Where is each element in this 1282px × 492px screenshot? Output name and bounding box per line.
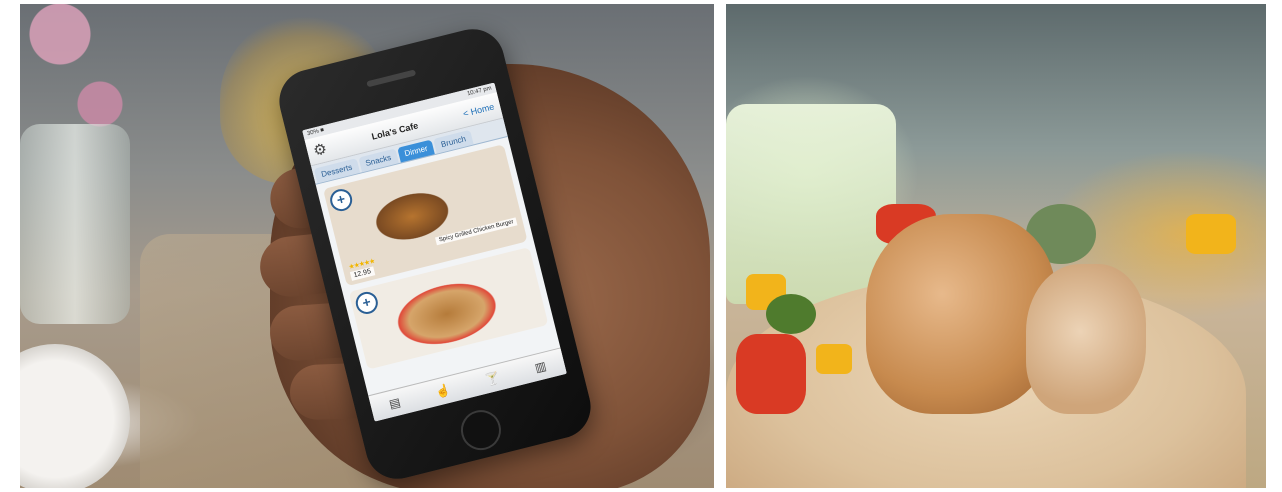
menu-icon[interactable]: ▤ [388, 395, 402, 411]
plus-icon[interactable]: + [327, 186, 355, 214]
pink-flowers [20, 4, 150, 144]
white-plate [20, 344, 130, 488]
cilantro [766, 294, 816, 334]
grilled-fish [1026, 264, 1146, 414]
mango-cube [816, 344, 852, 374]
gear-icon[interactable]: ⚙ [311, 139, 329, 160]
glass-vase [20, 124, 130, 324]
tab-dinner[interactable]: Dinner [397, 139, 436, 163]
plus-icon[interactable]: + [353, 289, 381, 317]
tomato [736, 334, 806, 414]
tab-snacks[interactable]: Snacks [357, 148, 399, 173]
app-title: Lola's Cafe [370, 120, 420, 142]
hand-icon[interactable]: ☝ [434, 383, 452, 400]
drink-icon[interactable]: 🍸 [484, 370, 502, 387]
menu-item-name: Spicy Grilled Chicken Burger [435, 217, 518, 246]
phone-speaker [366, 69, 417, 88]
mango-cube [1186, 214, 1236, 254]
photo-fish-taco [726, 4, 1266, 488]
tab-brunch[interactable]: Brunch [433, 129, 474, 154]
receipt-icon[interactable]: ▥ [533, 359, 547, 375]
phone-home-button [456, 405, 506, 455]
photo-hand-holding-phone: 30% ■ 10:47 pm ⚙ Lola's Cafe < Home Dess… [20, 4, 714, 488]
home-link[interactable]: < Home [462, 101, 495, 118]
